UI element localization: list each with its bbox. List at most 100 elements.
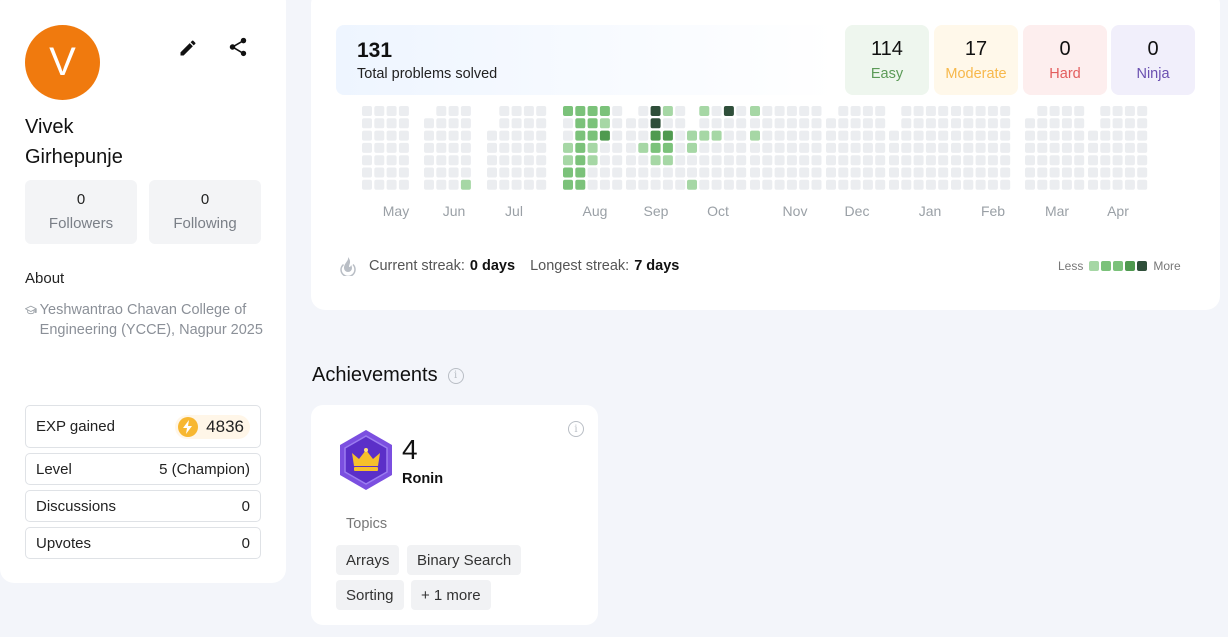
heatmap-cell[interactable] (511, 142, 522, 153)
heatmap-cell[interactable] (723, 130, 734, 141)
heatmap-cell[interactable] (901, 142, 912, 153)
heatmap-cell[interactable] (612, 118, 623, 129)
heatmap-cell[interactable] (951, 179, 961, 190)
heatmap-cell[interactable] (1112, 130, 1123, 141)
heatmap-cell[interactable] (499, 167, 510, 178)
heatmap-cell[interactable] (662, 106, 673, 116)
heatmap-cell[interactable] (386, 118, 397, 129)
heatmap-cell[interactable] (838, 142, 849, 153)
heatmap-cell[interactable] (826, 155, 836, 166)
heatmap-cell[interactable] (523, 179, 534, 190)
heatmap-cell[interactable] (1088, 179, 1098, 190)
heatmap-cell[interactable] (1112, 155, 1123, 166)
heatmap-cell[interactable] (536, 118, 547, 129)
heatmap-cell[interactable] (1000, 142, 1011, 153)
heatmap-cell[interactable] (913, 167, 924, 178)
heatmap-cell[interactable] (1000, 130, 1011, 141)
heatmap-cell[interactable] (987, 155, 998, 166)
heatmap-cell[interactable] (723, 106, 734, 116)
heatmap-cell[interactable] (711, 106, 722, 116)
heatmap-cell[interactable] (575, 130, 586, 141)
heatmap-cell[interactable] (575, 167, 586, 178)
heatmap-cell[interactable] (1061, 167, 1072, 178)
heatmap-cell[interactable] (699, 155, 710, 166)
heatmap-cell[interactable] (386, 179, 397, 190)
heatmap-cell[interactable] (575, 155, 586, 166)
heatmap-cell[interactable] (599, 106, 610, 116)
heatmap-cell[interactable] (1025, 155, 1035, 166)
heatmap-cell[interactable] (563, 142, 573, 153)
heatmap-cell[interactable] (862, 130, 873, 141)
heatmap-cell[interactable] (1037, 167, 1048, 178)
heatmap-cell[interactable] (675, 179, 686, 190)
heatmap-cell[interactable] (499, 155, 510, 166)
heatmap-cell[interactable] (1037, 130, 1048, 141)
heatmap-cell[interactable] (386, 167, 397, 178)
heatmap-cell[interactable] (1049, 179, 1060, 190)
heatmap-cell[interactable] (938, 106, 949, 116)
heatmap-cell[interactable] (1037, 179, 1048, 190)
heatmap-cell[interactable] (1061, 179, 1072, 190)
heatmap-cell[interactable] (511, 179, 522, 190)
heatmap-cell[interactable] (1137, 167, 1148, 178)
heatmap-cell[interactable] (362, 130, 372, 141)
heatmap-cell[interactable] (1137, 118, 1148, 129)
heatmap-cell[interactable] (799, 106, 810, 116)
heatmap-cell[interactable] (699, 167, 710, 178)
heatmap-cell[interactable] (889, 155, 899, 166)
heatmap-cell[interactable] (1088, 142, 1098, 153)
heatmap-cell[interactable] (963, 130, 974, 141)
heatmap-cell[interactable] (889, 142, 899, 153)
followers-box[interactable]: 0 Followers (25, 180, 137, 244)
heatmap-cell[interactable] (1000, 118, 1011, 129)
heatmap-cell[interactable] (875, 142, 886, 153)
heatmap-cell[interactable] (424, 167, 434, 178)
heatmap-cell[interactable] (786, 130, 797, 141)
heatmap-cell[interactable] (612, 106, 623, 116)
heatmap-cell[interactable] (750, 167, 760, 178)
heatmap-cell[interactable] (699, 179, 710, 190)
heatmap-cell[interactable] (386, 106, 397, 116)
heatmap-cell[interactable] (838, 155, 849, 166)
heatmap-cell[interactable] (362, 142, 372, 153)
heatmap-cell[interactable] (511, 130, 522, 141)
heatmap-cell[interactable] (1124, 179, 1135, 190)
heatmap-cell[interactable] (587, 167, 598, 178)
heatmap-cell[interactable] (862, 118, 873, 129)
heatmap-cell[interactable] (523, 130, 534, 141)
heatmap-cell[interactable] (862, 142, 873, 153)
heatmap-cell[interactable] (951, 142, 961, 153)
heatmap-cell[interactable] (1049, 142, 1060, 153)
heatmap-cell[interactable] (711, 130, 722, 141)
heatmap-cell[interactable] (750, 106, 760, 116)
heatmap-cell[interactable] (424, 179, 434, 190)
heatmap-cell[interactable] (523, 106, 534, 116)
heatmap-cell[interactable] (638, 167, 649, 178)
heatmap-cell[interactable] (736, 106, 747, 116)
heatmap-cell[interactable] (1137, 130, 1148, 141)
heatmap-cell[interactable] (1025, 167, 1035, 178)
heatmap-cell[interactable] (436, 142, 447, 153)
heatmap-cell[interactable] (850, 130, 861, 141)
heatmap-cell[interactable] (599, 155, 610, 166)
heatmap-cell[interactable] (786, 155, 797, 166)
heatmap-cell[interactable] (587, 142, 598, 153)
heatmap-cell[interactable] (436, 130, 447, 141)
heatmap-cell[interactable] (774, 130, 785, 141)
heatmap-cell[interactable] (913, 142, 924, 153)
heatmap-cell[interactable] (826, 167, 836, 178)
heatmap-cell[interactable] (612, 155, 623, 166)
heatmap-cell[interactable] (398, 179, 409, 190)
heatmap-cell[interactable] (587, 179, 598, 190)
heatmap-cell[interactable] (599, 130, 610, 141)
topic-chip[interactable]: Binary Search (407, 545, 522, 575)
heatmap-cell[interactable] (398, 155, 409, 166)
heatmap-cell[interactable] (786, 118, 797, 129)
heatmap-cell[interactable] (1124, 155, 1135, 166)
heatmap-cell[interactable] (662, 167, 673, 178)
heatmap-cell[interactable] (862, 155, 873, 166)
heatmap-cell[interactable] (1074, 130, 1085, 141)
heatmap-cell[interactable] (826, 179, 836, 190)
heatmap-cell[interactable] (723, 167, 734, 178)
heatmap-cell[interactable] (687, 167, 697, 178)
